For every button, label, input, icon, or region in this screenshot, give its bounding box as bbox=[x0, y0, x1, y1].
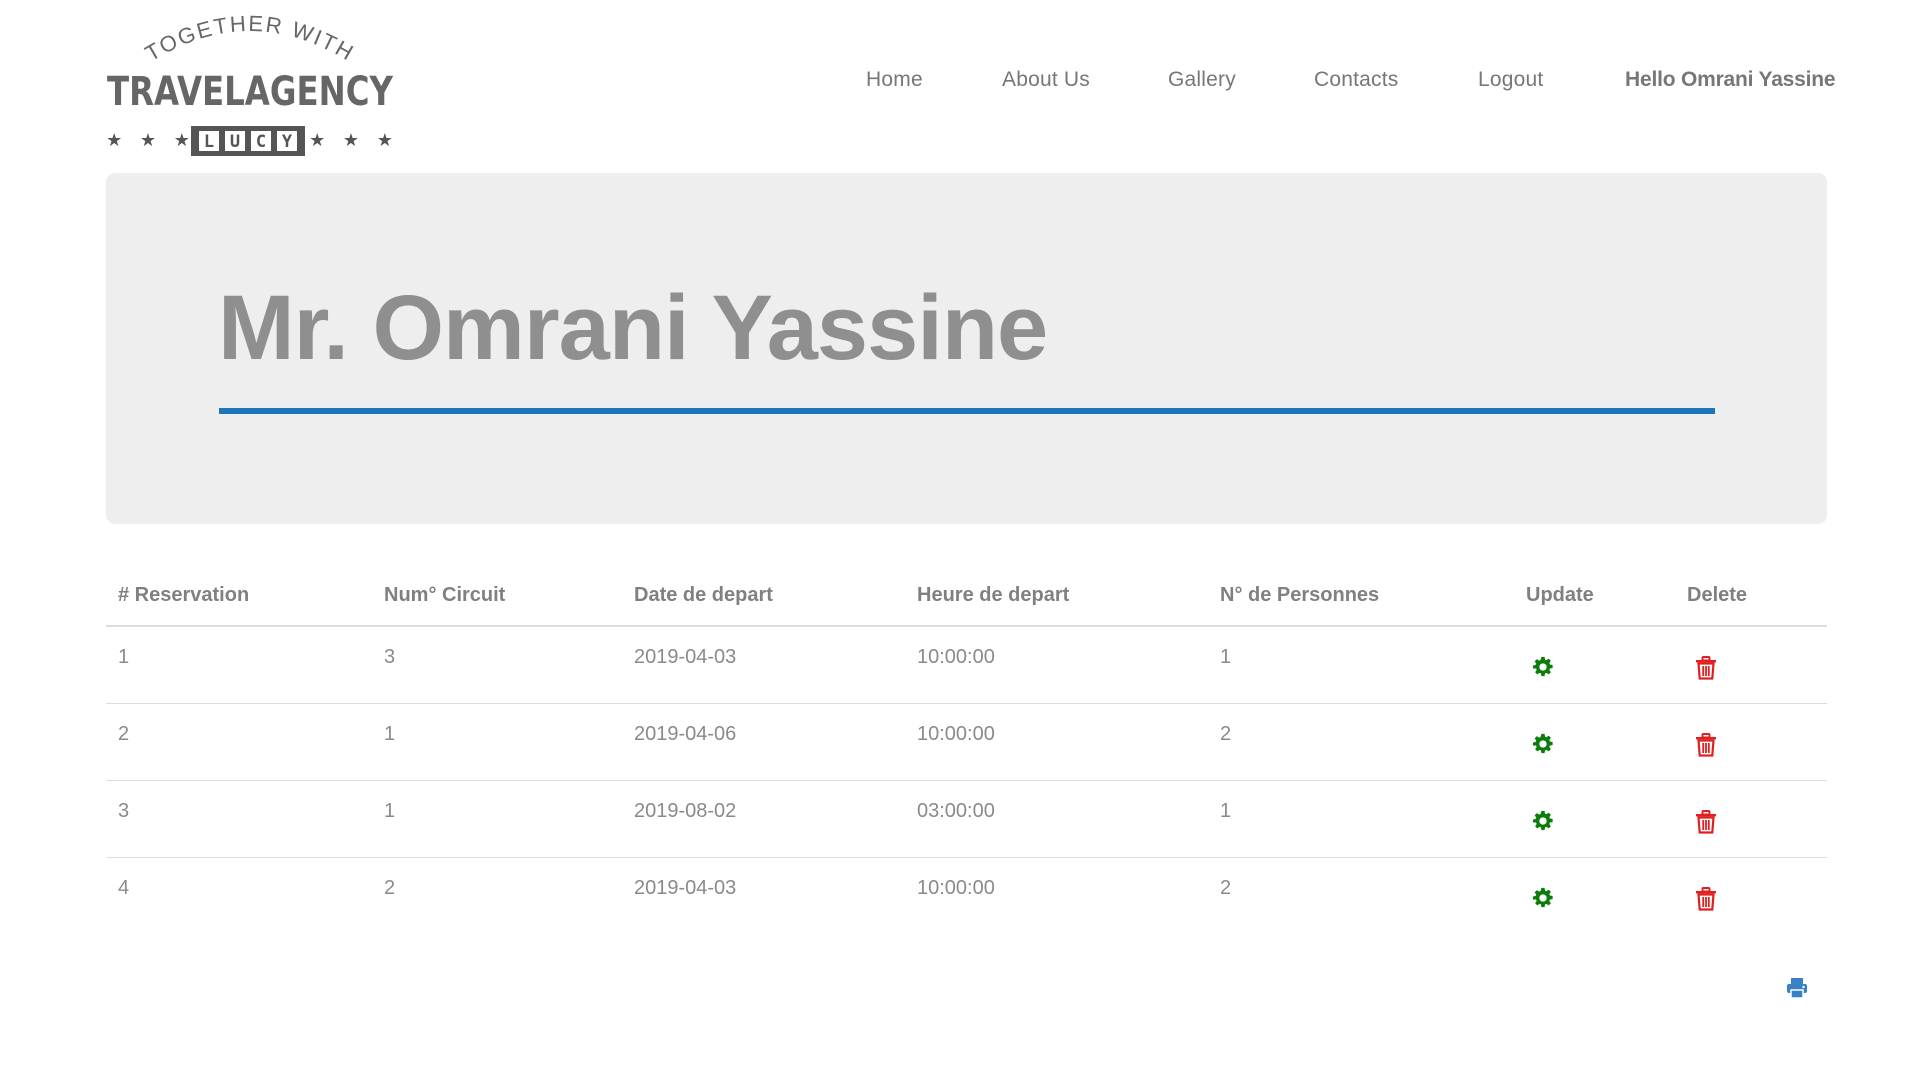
col-header-time: Heure de depart bbox=[905, 578, 1208, 627]
logo-badge-letter: Y bbox=[282, 132, 293, 152]
print-button[interactable] bbox=[1785, 976, 1809, 1000]
trash-icon bbox=[1695, 886, 1717, 916]
cell-time: 10:00:00 bbox=[917, 876, 995, 899]
cell-persons: 2 bbox=[1208, 703, 1514, 781]
table-row: 3 1 2019-08-02 03:00:00 1 bbox=[106, 780, 1827, 858]
nav-user-greeting[interactable]: Hello Omrani Yassine bbox=[1625, 68, 1836, 92]
cell-persons: 2 bbox=[1220, 876, 1232, 899]
cell-persons: 1 bbox=[1208, 626, 1514, 704]
cell-circuit: 3 bbox=[372, 626, 622, 704]
cell-delete bbox=[1675, 626, 1827, 704]
delete-button[interactable] bbox=[1695, 656, 1717, 686]
logo-arc-text: TOGETHER WITH bbox=[141, 11, 359, 66]
cell-reservation: 4 bbox=[118, 876, 130, 899]
cell-time: 03:00:00 bbox=[905, 780, 1208, 858]
table-row: 4 2 2019-04-03 10:00:00 2 bbox=[106, 857, 1827, 934]
cell-date: 2019-08-02 bbox=[622, 780, 905, 858]
cell-circuit: 2 bbox=[384, 876, 396, 899]
cell-date: 2019-04-03 bbox=[634, 876, 737, 899]
table-header-row: # Reservation Num° Circuit Date de depar… bbox=[106, 578, 1827, 627]
logo-badge-letter: U bbox=[230, 132, 240, 152]
gear-icon bbox=[1532, 656, 1554, 683]
cell-time: 10:00:00 bbox=[905, 703, 1208, 781]
cell-circuit: 1 bbox=[372, 780, 622, 858]
update-button[interactable] bbox=[1532, 810, 1554, 838]
gear-icon bbox=[1532, 733, 1554, 760]
page-title: Mr. Omrani Yassine bbox=[218, 277, 1048, 379]
reservations-table: # Reservation Num° Circuit Date de depar… bbox=[106, 578, 1827, 934]
cell-reservation: 3 bbox=[106, 780, 372, 858]
cell-persons: 1 bbox=[1208, 780, 1514, 858]
cell-delete bbox=[1675, 857, 1827, 934]
delete-button[interactable] bbox=[1695, 732, 1717, 763]
table-row: 2 1 2019-04-06 10:00:00 2 bbox=[106, 703, 1827, 781]
nav-about-us[interactable]: About Us bbox=[1002, 68, 1090, 92]
logo-stars-left: ★ ★ ★ bbox=[106, 130, 196, 151]
col-header-persons: N° de Personnes bbox=[1208, 578, 1514, 627]
table-row: 1 3 2019-04-03 10:00:00 1 bbox=[106, 626, 1827, 704]
profile-jumbotron: Mr. Omrani Yassine bbox=[106, 173, 1827, 524]
title-underline bbox=[219, 408, 1715, 414]
cell-update bbox=[1514, 626, 1675, 704]
cell-reservation: 2 bbox=[106, 703, 372, 781]
gear-icon bbox=[1532, 887, 1554, 914]
delete-button[interactable] bbox=[1695, 886, 1717, 917]
update-button[interactable] bbox=[1532, 887, 1554, 915]
cell-circuit: 1 bbox=[372, 703, 622, 781]
trash-icon bbox=[1695, 656, 1717, 685]
cell-date: 2019-04-03 bbox=[622, 626, 905, 704]
trash-icon bbox=[1695, 809, 1717, 839]
cell-delete bbox=[1675, 780, 1827, 858]
cell-time: 10:00:00 bbox=[905, 626, 1208, 704]
col-header-date: Date de depart bbox=[622, 578, 905, 627]
col-header-circuit: Num° Circuit bbox=[372, 578, 622, 627]
logo-badge-letter: L bbox=[204, 132, 214, 152]
logo-badge-letter: C bbox=[256, 132, 266, 152]
cell-delete bbox=[1675, 703, 1827, 781]
col-header-delete: Delete bbox=[1675, 578, 1827, 627]
col-header-reservation: # Reservation bbox=[106, 578, 372, 627]
update-button[interactable] bbox=[1532, 733, 1554, 761]
cell-update bbox=[1514, 780, 1675, 858]
update-button[interactable] bbox=[1532, 656, 1554, 684]
nav-gallery[interactable]: Gallery bbox=[1168, 68, 1236, 92]
cell-reservation: 1 bbox=[106, 626, 372, 704]
nav-home[interactable]: Home bbox=[866, 68, 923, 92]
logo-stars-right: ★ ★ ★ bbox=[309, 130, 394, 151]
col-header-update: Update bbox=[1514, 578, 1675, 627]
cell-update bbox=[1514, 703, 1675, 781]
gear-icon bbox=[1532, 810, 1554, 837]
printer-icon bbox=[1787, 978, 1807, 999]
logo-brand-text: TRAVELAGENCY bbox=[107, 69, 394, 115]
nav-logout[interactable]: Logout bbox=[1478, 68, 1543, 92]
cell-update bbox=[1514, 857, 1675, 934]
nav-contacts[interactable]: Contacts bbox=[1314, 68, 1398, 92]
delete-button[interactable] bbox=[1695, 809, 1717, 840]
brand-logo[interactable]: TOGETHER WITH TRAVELAGENCY ★ ★ ★ ★ ★ ★ L… bbox=[106, 10, 394, 160]
page: TOGETHER WITH TRAVELAGENCY ★ ★ ★ ★ ★ ★ L… bbox=[0, 0, 1920, 1080]
logo-graphic: TOGETHER WITH TRAVELAGENCY ★ ★ ★ ★ ★ ★ L… bbox=[106, 11, 394, 156]
cell-date: 2019-04-06 bbox=[622, 703, 905, 781]
trash-icon bbox=[1695, 732, 1717, 762]
